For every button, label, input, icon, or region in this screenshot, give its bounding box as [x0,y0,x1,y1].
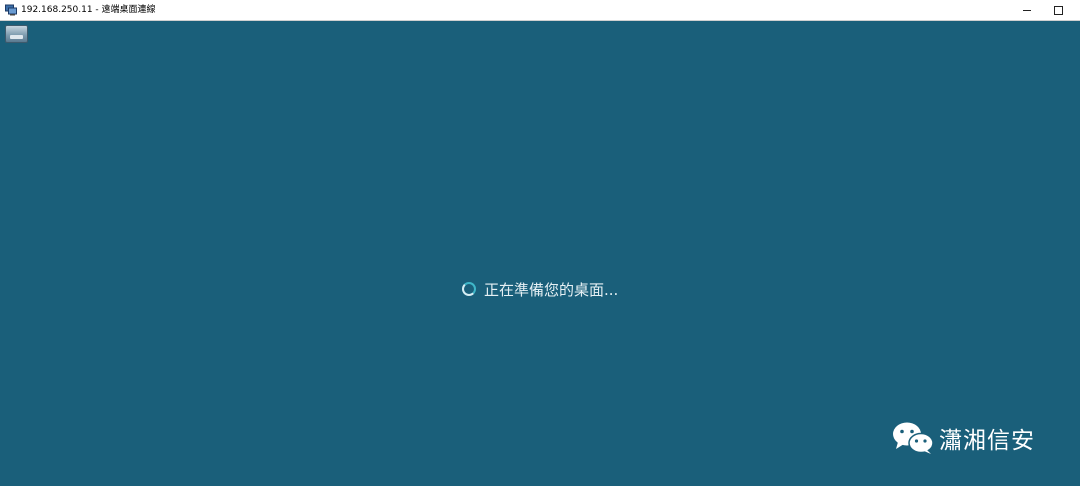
maximize-icon [1053,5,1063,15]
minimize-button[interactable] [1012,0,1042,20]
wechat-icon [893,422,934,454]
title-bar[interactable]: 192.168.250.11 - 遠端桌面連線 [0,0,1080,21]
connection-bar-toggle[interactable] [5,25,28,43]
connection-bar-icon [10,35,23,39]
remote-desktop-app-icon [5,4,17,16]
watermark: 瀟湘信安 [891,421,1035,455]
minimize-icon [1023,9,1031,11]
watermark-text: 瀟湘信安 [939,428,1035,454]
loading-status: 正在準備您的桌面... [462,279,618,299]
maximize-button[interactable] [1043,0,1073,20]
status-text: 正在準備您的桌面... [484,280,619,299]
loading-spinner-icon [462,282,476,296]
window-title: 192.168.250.11 - 遠端桌面連線 [21,5,156,15]
remote-desktop-window: 192.168.250.11 - 遠端桌面連線 正在準備您的桌面... 瀟湘信安 [0,0,1080,486]
